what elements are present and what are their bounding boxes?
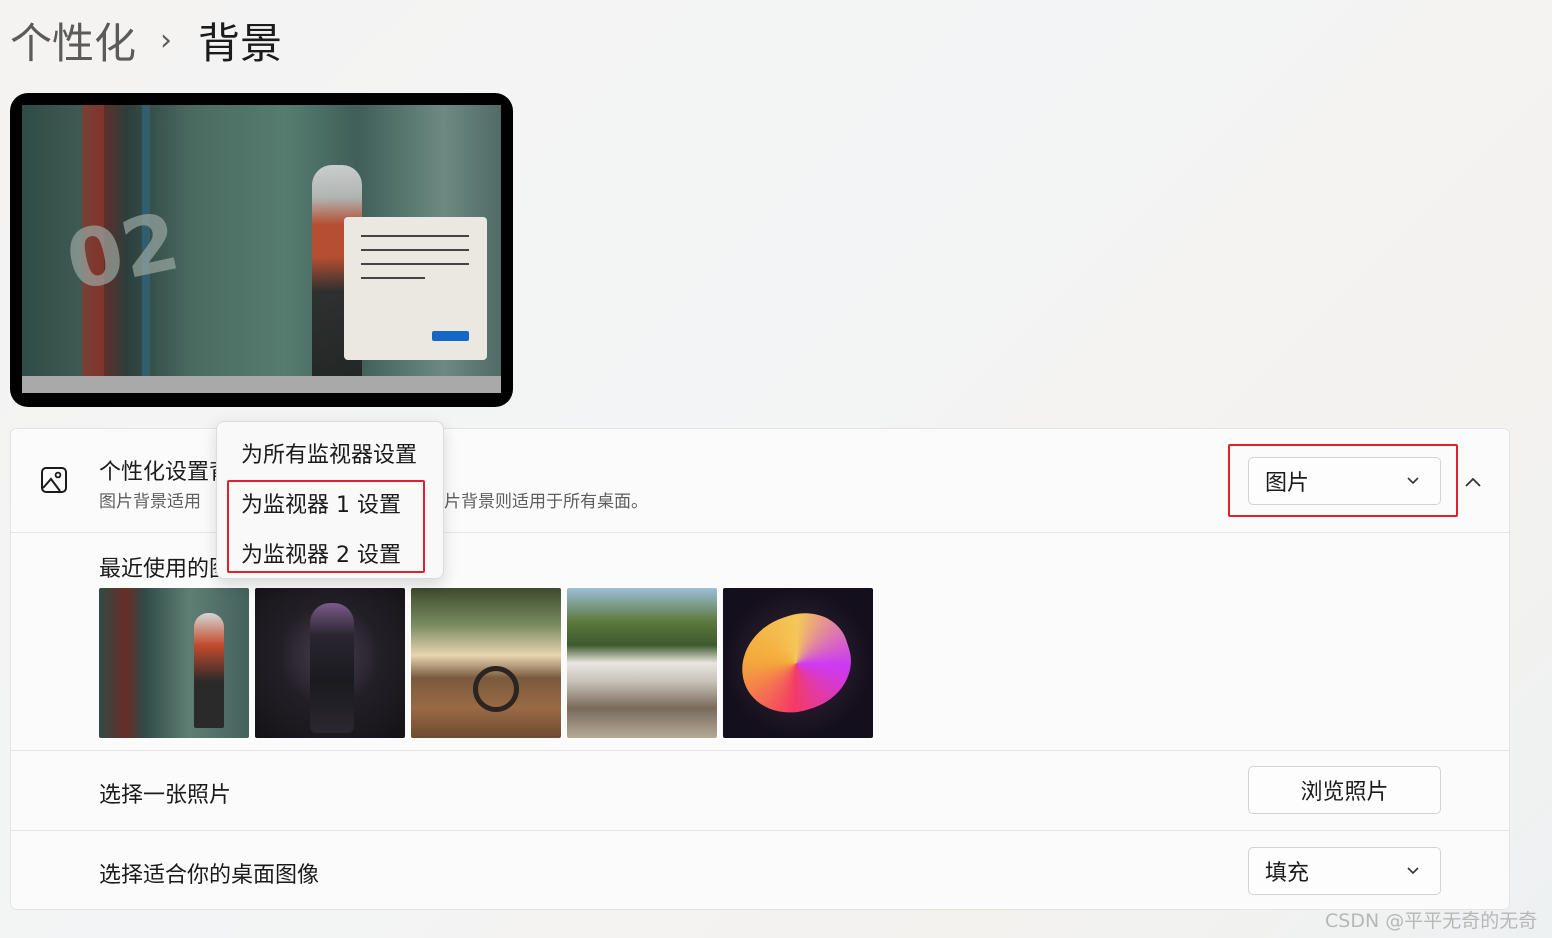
breadcrumb-separator-icon: › (160, 22, 173, 58)
breadcrumb-parent[interactable]: 个性化 (10, 10, 136, 71)
recent-image-thumbnail-4[interactable] (567, 588, 717, 738)
preview-window-button (432, 331, 469, 341)
personalize-background-title: 个性化设置背 (99, 460, 232, 485)
watermark: CSDN @平平无奇的无奇 (1325, 910, 1538, 932)
fit-image-row: 选择适合你的桌面图像 填充 (11, 831, 1509, 909)
menu-item-set-all-monitors[interactable]: 为所有监视器设置 (217, 428, 443, 478)
browse-photos-button[interactable]: 浏览照片 (1248, 766, 1441, 814)
preview-wallpaper: 02 (22, 105, 501, 393)
recent-images-title: 最近使用的图 (99, 557, 232, 582)
recent-image-thumbnail-5[interactable] (723, 588, 873, 738)
personalize-background-subtitle-right: 片背景则适用于所有桌面。 (444, 492, 648, 512)
image-icon (41, 467, 67, 493)
fit-image-title: 选择适合你的桌面图像 (99, 863, 320, 888)
recent-images-list (99, 588, 873, 738)
page-title: 背景 (198, 18, 283, 68)
recent-image-thumbnail-1[interactable] (99, 588, 249, 738)
fit-mode-dropdown[interactable]: 填充 (1248, 847, 1441, 895)
desktop-preview: 02 (10, 93, 513, 407)
breadcrumb: 个性化 › 背景 (10, 10, 282, 70)
personalize-background-subtitle-left: 图片背景适用 (99, 492, 201, 512)
fit-mode-value: 填充 (1265, 861, 1310, 886)
choose-photo-title: 选择一张照片 (99, 783, 232, 808)
recent-image-thumbnail-3[interactable] (411, 588, 561, 738)
preview-taskbar (22, 376, 501, 393)
highlight-box-dropdown (1228, 444, 1458, 517)
choose-photo-row: 选择一张照片 浏览照片 (11, 751, 1509, 831)
chevron-up-icon[interactable] (1463, 474, 1483, 490)
recent-image-thumbnail-2[interactable] (255, 588, 405, 738)
chevron-down-icon (1407, 867, 1419, 875)
highlight-box-menu (227, 480, 425, 573)
preview-window (344, 217, 487, 360)
preview-wallpaper-art: 02 (58, 194, 187, 309)
